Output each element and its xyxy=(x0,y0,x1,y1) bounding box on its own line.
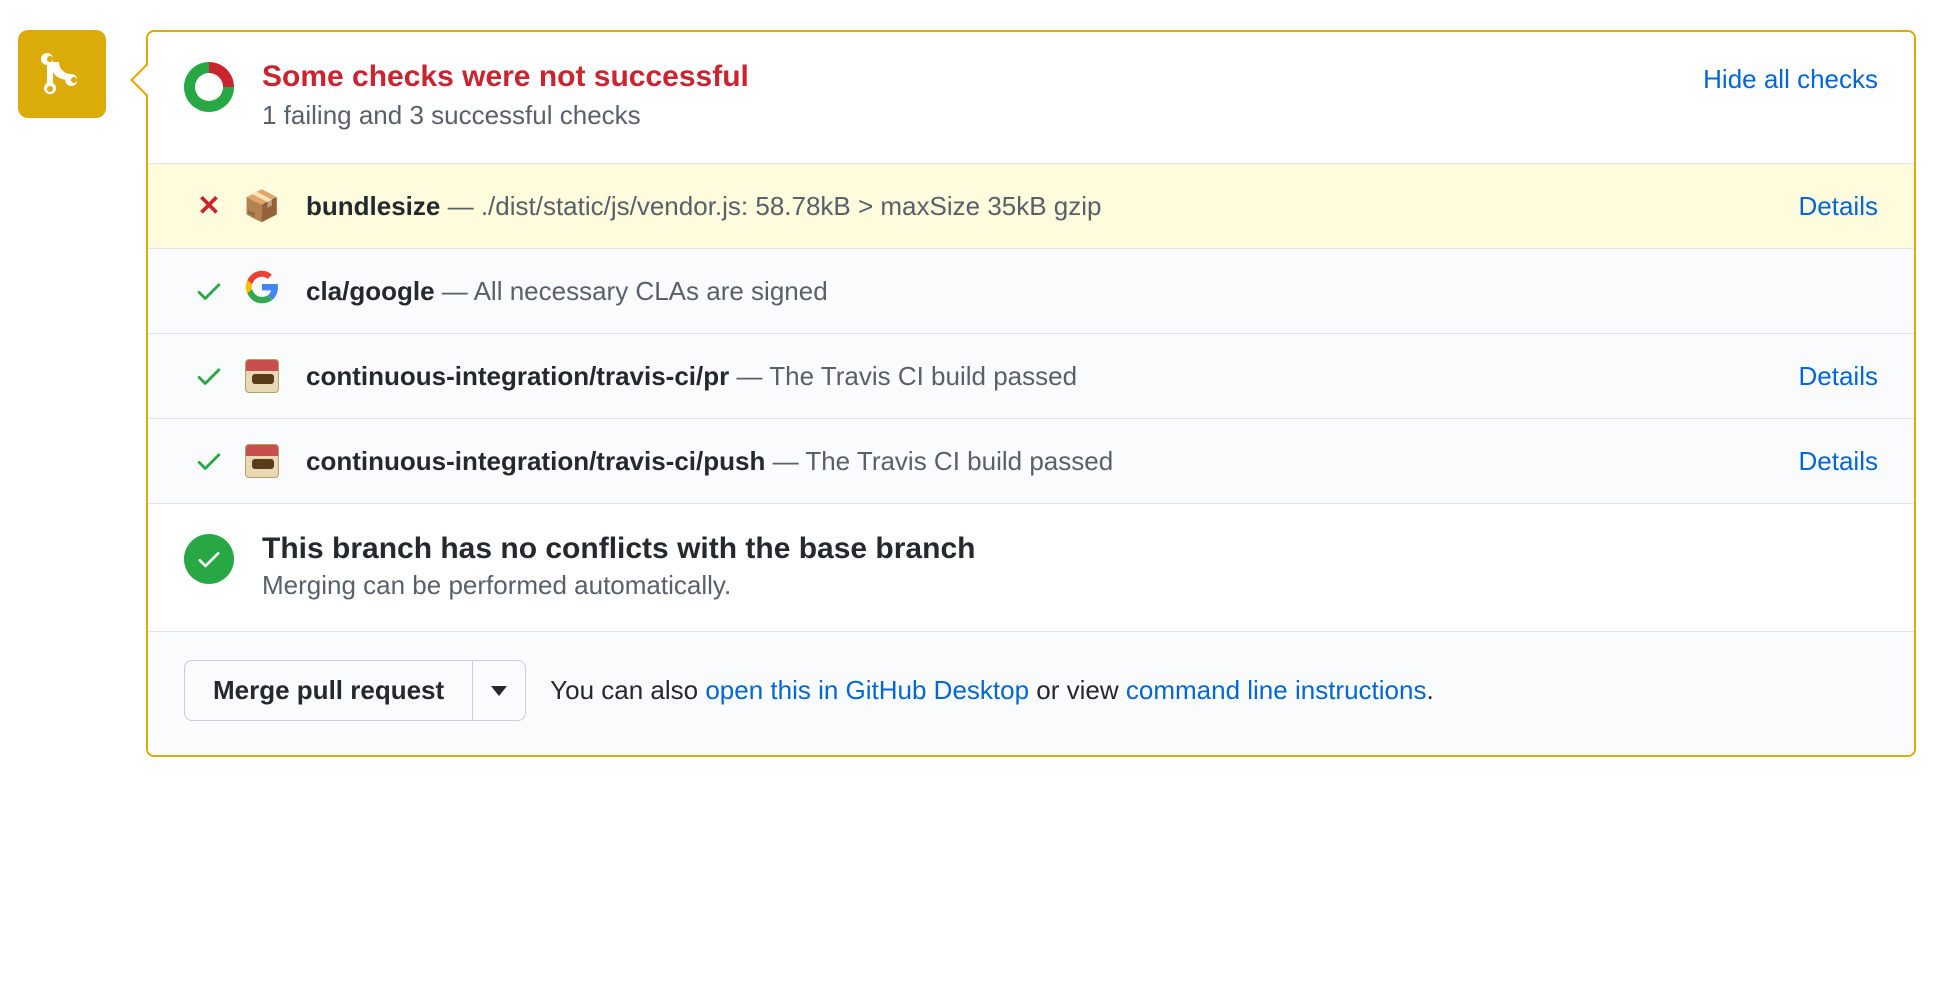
check-name: continuous-integration/travis-ci/pr xyxy=(306,361,729,391)
command-line-instructions-link[interactable]: command line instructions xyxy=(1126,675,1427,705)
check-text: bundlesize — ./dist/static/js/vendor.js:… xyxy=(306,191,1783,222)
merge-button-group: Merge pull request xyxy=(184,660,526,721)
merge-pull-request-button[interactable]: Merge pull request xyxy=(184,660,473,721)
open-github-desktop-link[interactable]: open this in GitHub Desktop xyxy=(705,675,1029,705)
merge-status-title: This branch has no conflicts with the ba… xyxy=(262,532,975,566)
merge-status-subtitle: Merging can be performed automatically. xyxy=(262,570,975,601)
merge-footer-text: You can also open this in GitHub Desktop… xyxy=(550,675,1434,706)
checks-header: Some checks were not successful 1 failin… xyxy=(148,32,1914,164)
check-icon xyxy=(194,446,224,476)
caret-down-icon xyxy=(491,686,507,696)
check-desc: The Travis CI build passed xyxy=(805,446,1113,476)
check-desc: All necessary CLAs are signed xyxy=(474,276,828,306)
x-icon: ✕ xyxy=(197,192,220,220)
travis-icon xyxy=(245,444,279,478)
check-text: cla/google — All necessary CLAs are sign… xyxy=(306,276,1878,307)
check-row: ✕ 📦 bundlesize — ./dist/static/js/vendor.j… xyxy=(148,164,1914,249)
check-row: cla/google — All necessary CLAs are sign… xyxy=(148,249,1914,334)
footer-mid-text: or view xyxy=(1029,675,1126,705)
merge-footer: Merge pull request You can also open thi… xyxy=(148,632,1914,755)
footer-pre-text: You can also xyxy=(550,675,705,705)
check-sep: — xyxy=(765,446,805,476)
checks-subtitle: 1 failing and 3 successful checks xyxy=(262,100,1703,131)
check-icon xyxy=(194,361,224,391)
check-name: bundlesize xyxy=(306,191,440,221)
check-name: cla/google xyxy=(306,276,435,306)
merge-timeline-badge xyxy=(18,30,106,118)
check-icon xyxy=(194,276,224,306)
check-sep: — xyxy=(440,191,480,221)
check-sep: — xyxy=(435,276,474,306)
google-icon xyxy=(245,270,279,312)
check-details-link[interactable]: Details xyxy=(1799,191,1878,222)
checks-donut-icon xyxy=(184,62,234,112)
checks-title: Some checks were not successful xyxy=(262,60,1703,94)
check-text: continuous-integration/travis-ci/push — … xyxy=(306,446,1783,477)
travis-icon xyxy=(245,359,279,393)
check-name: continuous-integration/travis-ci/push xyxy=(306,446,765,476)
check-row: continuous-integration/travis-ci/pr — Th… xyxy=(148,334,1914,419)
check-row: continuous-integration/travis-ci/push — … xyxy=(148,419,1914,504)
check-details-link[interactable]: Details xyxy=(1799,361,1878,392)
footer-post-text: . xyxy=(1426,675,1433,705)
merge-status-panel: Some checks were not successful 1 failin… xyxy=(146,30,1916,757)
hide-all-checks-link[interactable]: Hide all checks xyxy=(1703,64,1878,95)
success-circle-icon xyxy=(184,534,234,584)
check-sep: — xyxy=(729,361,769,391)
check-details-link[interactable]: Details xyxy=(1799,446,1878,477)
git-merge-icon xyxy=(38,50,86,98)
merge-conflict-section: This branch has no conflicts with the ba… xyxy=(148,504,1914,632)
check-desc: ./dist/static/js/vendor.js: 58.78kB > ma… xyxy=(481,191,1102,221)
merge-dropdown-button[interactable] xyxy=(473,660,526,721)
check-text: continuous-integration/travis-ci/pr — Th… xyxy=(306,361,1783,392)
package-icon: 📦 xyxy=(243,189,280,224)
check-desc: The Travis CI build passed xyxy=(769,361,1077,391)
